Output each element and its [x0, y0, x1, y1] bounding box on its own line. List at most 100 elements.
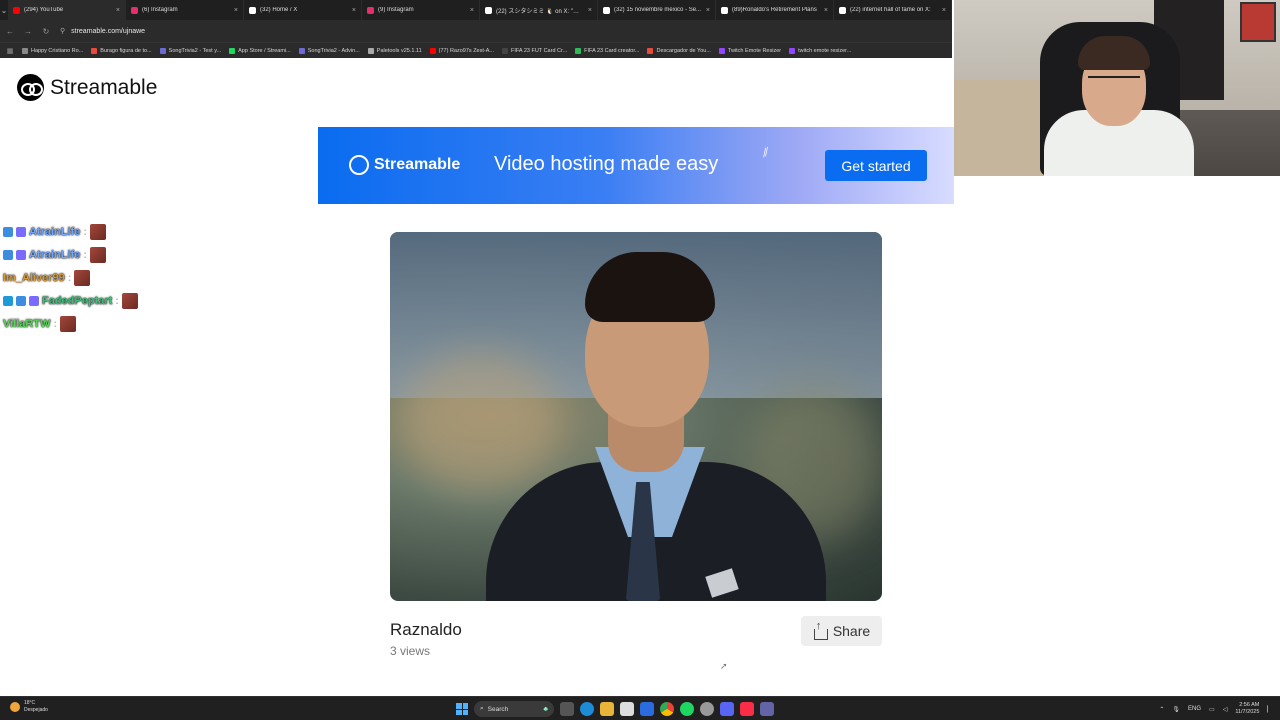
chat-badge-icon — [3, 226, 13, 237]
browser-tab[interactable]: (294) YouTube × — [8, 0, 126, 20]
share-button[interactable]: Share — [801, 616, 882, 646]
bookmark-item[interactable]: SongTrivia2 - Advin... — [298, 47, 360, 54]
browser-tab[interactable]: (6) Instagram × — [126, 0, 244, 20]
bookmark-item[interactable]: FIFA 23 FUT Card Cr... — [501, 47, 568, 54]
url-field[interactable]: ⚲ streamable.com/ujnawe — [60, 27, 146, 36]
tab-favicon-icon — [603, 6, 610, 14]
task-view-icon[interactable] — [560, 702, 574, 716]
streamable-logo[interactable]: Streamable — [17, 74, 157, 101]
chat-message: AtrainLife: — [3, 220, 203, 243]
browser-tab[interactable]: (22) internet hall of fame on X: × — [834, 0, 952, 20]
discord-icon[interactable] — [720, 702, 734, 716]
tab-title: (32) Home / X — [260, 7, 298, 13]
browser-tab[interactable]: (32) 15 noviembre mexico - Se... × — [598, 0, 716, 20]
taskbar-search-label: Search — [487, 705, 509, 713]
chat-badge-icon — [3, 295, 13, 306]
bookmark-item[interactable]: App Store / Streami... — [229, 47, 291, 54]
chat-message: FadedPeptart: — [3, 289, 203, 312]
tab-close-icon[interactable]: × — [588, 7, 592, 14]
chat-separator: : — [53, 317, 58, 330]
webcam-poster — [1240, 2, 1276, 42]
reload-icon[interactable]: ↻ — [42, 27, 50, 36]
store-icon[interactable] — [640, 702, 654, 716]
ad-banner[interactable]: Streamable Video hosting made easy ⁄⁄ Ge… — [318, 127, 954, 204]
chevron-up-icon[interactable]: ⌃ — [1159, 706, 1164, 713]
notification-icon[interactable]: ▏ — [1267, 706, 1272, 713]
tab-close-icon[interactable]: × — [824, 7, 828, 14]
banner-brand: Streamable — [374, 156, 461, 173]
share-icon — [813, 620, 828, 640]
bookmark-favicon-icon — [501, 47, 508, 54]
tab-close-icon[interactable]: × — [470, 7, 474, 14]
music-icon[interactable] — [740, 702, 754, 716]
tab-close-icon[interactable]: × — [352, 7, 356, 14]
address-bar: ← → ↻ ⚲ streamable.com/ujnawe — [0, 20, 952, 42]
bookmark-favicon-icon — [429, 47, 436, 54]
chat-separator: : — [115, 294, 119, 307]
obs-icon[interactable] — [700, 702, 714, 716]
bookmark-favicon-icon — [647, 47, 654, 54]
file-explorer-icon[interactable] — [600, 702, 614, 716]
bookmark-item[interactable]: (77) Razo97s Zest-A... — [429, 47, 494, 54]
url-text: streamable.com/ujnawe — [71, 27, 146, 35]
spotify-icon[interactable] — [680, 702, 694, 716]
chat-separator: : — [67, 271, 72, 284]
get-started-button[interactable]: Get started — [825, 150, 927, 181]
bookmark-item[interactable]: Happy Cristiano Ro... — [22, 47, 83, 54]
bookmark-favicon-icon — [718, 47, 725, 54]
tab-close-icon[interactable]: × — [942, 7, 946, 14]
weather-widget[interactable]: 18°C Despejado — [10, 700, 48, 714]
tab-search-icon[interactable]: ⌄ — [0, 6, 8, 15]
bookmark-favicon-icon — [789, 47, 796, 54]
bookmark-label: SongTrivia2 - Advin... — [307, 47, 360, 54]
bookmark-item[interactable]: FIFA 23 Card creator... — [575, 47, 639, 54]
bookmark-label: FIFA 23 FUT Card Cr... — [510, 47, 568, 54]
banner-tagline: Video hosting made easy — [494, 153, 719, 175]
bookmark-favicon-icon — [91, 47, 98, 54]
apps-icon[interactable]: ▦ — [6, 47, 14, 55]
tab-favicon-icon — [249, 6, 256, 14]
browser-tab[interactable]: (9) Instagram × — [362, 0, 480, 20]
site-info-icon[interactable]: ⚲ — [60, 27, 65, 35]
language-indicator[interactable]: ENG — [1188, 706, 1201, 712]
bookmark-favicon-icon — [159, 47, 166, 54]
network-icon[interactable]: ▭ — [1209, 706, 1215, 713]
view-count: 3 views — [390, 644, 431, 658]
tab-title: (22) スシタシミミ 🐧 on X: "@... — [496, 8, 584, 15]
calculator-icon[interactable] — [620, 702, 634, 716]
bookmark-item[interactable]: SongTrivia2 - Test y... — [159, 47, 221, 54]
clock[interactable]: 2:56 AM 11/7/2025 — [1235, 702, 1259, 716]
search-icon: ⌕ — [480, 705, 484, 712]
tab-favicon-icon — [13, 6, 20, 14]
back-icon[interactable]: ← — [6, 27, 14, 36]
taskbar-search[interactable]: ⌕ Search ♣ — [474, 701, 554, 717]
bookmark-item[interactable]: twitch emote resizer... — [789, 47, 851, 54]
bookmark-favicon-icon — [298, 47, 305, 54]
bookmark-item[interactable]: Paletools v25.1.11 — [367, 47, 422, 54]
microphone-icon[interactable]: 🎙 — [1172, 706, 1180, 713]
chat-separator: : — [83, 248, 88, 261]
browser-tab[interactable]: (32) Home / X × — [244, 0, 362, 20]
chrome-icon[interactable] — [660, 702, 674, 716]
bookmark-item[interactable]: Twitch Emote Resizer — [718, 47, 781, 54]
bookmark-label: Paletools v25.1.11 — [376, 47, 422, 54]
chat-username: FadedPeptart — [42, 294, 113, 307]
browser-tab[interactable]: (22) スシタシミミ 🐧 on X: "@... × — [480, 0, 598, 20]
windows-start-icon[interactable] — [456, 703, 468, 715]
tab-title: (294) YouTube — [24, 7, 64, 13]
forward-icon[interactable]: → — [24, 27, 32, 36]
bookmark-favicon-icon — [367, 47, 374, 54]
tab-close-icon[interactable]: × — [116, 7, 120, 14]
browser-tab[interactable]: (89)Ronaldo's Retirement Plans × — [716, 0, 834, 20]
volume-icon[interactable]: ◁ — [1223, 706, 1228, 713]
bookmark-item[interactable]: Burago figura de to... — [91, 47, 152, 54]
tab-close-icon[interactable]: × — [706, 7, 710, 14]
video-player[interactable] — [390, 232, 882, 601]
teams-icon[interactable] — [760, 702, 774, 716]
weather-icon — [10, 702, 20, 712]
bookmark-item[interactable]: Descargador de You... — [647, 47, 711, 54]
chat-emote-icon — [60, 315, 77, 332]
edge-icon[interactable] — [580, 702, 594, 716]
tab-close-icon[interactable]: × — [234, 7, 238, 14]
chat-emote-icon — [121, 292, 138, 309]
